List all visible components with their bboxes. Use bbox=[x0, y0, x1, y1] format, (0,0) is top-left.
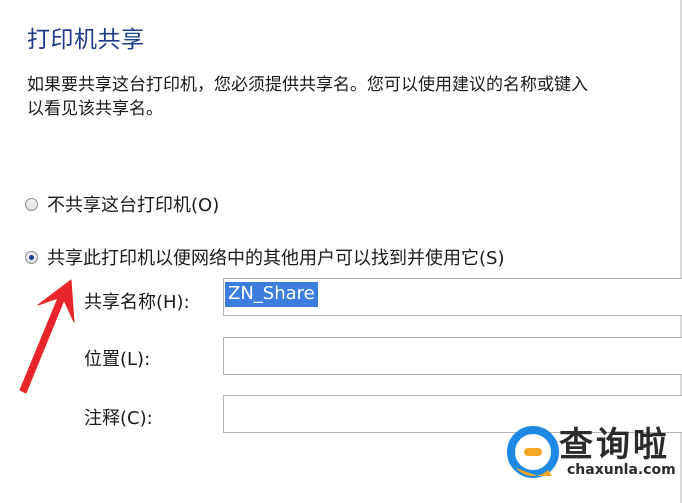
watermark-url: chaxunla.com bbox=[567, 462, 676, 478]
description-line-2: 以看见该共享名。 bbox=[27, 99, 163, 119]
description: 如果要共享这台打印机，您必须提供共享名。您可以使用建议的名称或键入 以看见该共享… bbox=[27, 73, 682, 121]
logo-bar-icon bbox=[524, 448, 542, 456]
watermark-brand: 查询啦 bbox=[559, 425, 670, 465]
share-name-field[interactable]: ZN_Share bbox=[223, 278, 682, 316]
location-field[interactable] bbox=[223, 337, 682, 375]
red-arrow-annotation bbox=[19, 279, 75, 394]
description-line-1: 如果要共享这台打印机，您必须提供共享名。您可以使用建议的名称或键入 bbox=[27, 75, 588, 95]
share-name-value[interactable]: ZN_Share bbox=[225, 282, 318, 307]
